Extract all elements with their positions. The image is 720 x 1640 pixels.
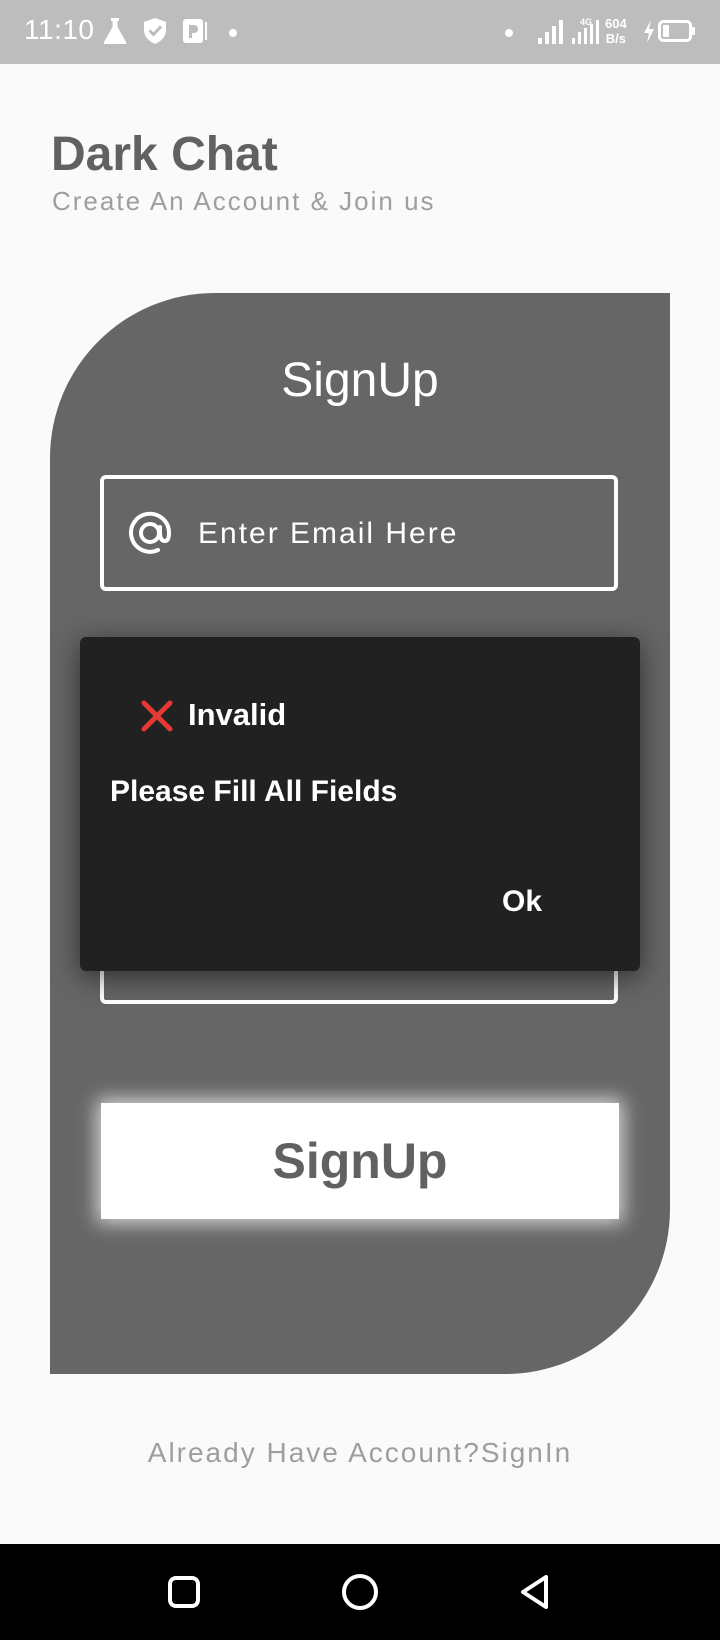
at-icon (129, 511, 172, 554)
dot-icon (229, 29, 237, 37)
dot-icon (505, 29, 513, 37)
app-subtitle: Create An Account & Join us (52, 186, 436, 216)
network-speed: 604 B/s (605, 16, 627, 46)
charging-icon (644, 20, 654, 43)
parking-icon (183, 19, 207, 43)
signup-button[interactable]: SignUp (101, 1103, 619, 1219)
email-field[interactable]: Enter Email Here (100, 475, 618, 591)
signal-4g-icon: 4G (572, 17, 599, 44)
back-icon[interactable] (514, 1570, 558, 1614)
dialog-message: Please Fill All Fields (110, 775, 398, 808)
shield-check-icon (144, 18, 166, 44)
close-icon (141, 700, 173, 732)
recents-icon[interactable] (162, 1570, 206, 1614)
error-dialog: Invalid Please Fill All Fields Ok (80, 637, 640, 971)
flask-icon (103, 18, 127, 44)
status-time: 11:10 (24, 14, 95, 45)
ok-button[interactable]: Ok (502, 885, 542, 919)
home-icon[interactable] (338, 1570, 382, 1614)
signup-title: SignUp (281, 354, 439, 407)
signin-link[interactable]: Already Have Account?SignIn (0, 1437, 720, 1469)
dialog-title: Invalid (188, 697, 287, 732)
network-speed-unit: B/s (605, 31, 626, 46)
app-title: Dark Chat (51, 128, 278, 181)
email-placeholder: Enter Email Here (198, 517, 459, 550)
battery-icon (658, 20, 695, 42)
status-bar: 11:10 4G 604 B/s (0, 0, 720, 64)
svg-text:4G: 4G (580, 17, 592, 27)
network-speed-value: 604 (605, 16, 627, 31)
signal-icon (538, 20, 563, 44)
navigation-bar (0, 1544, 720, 1640)
